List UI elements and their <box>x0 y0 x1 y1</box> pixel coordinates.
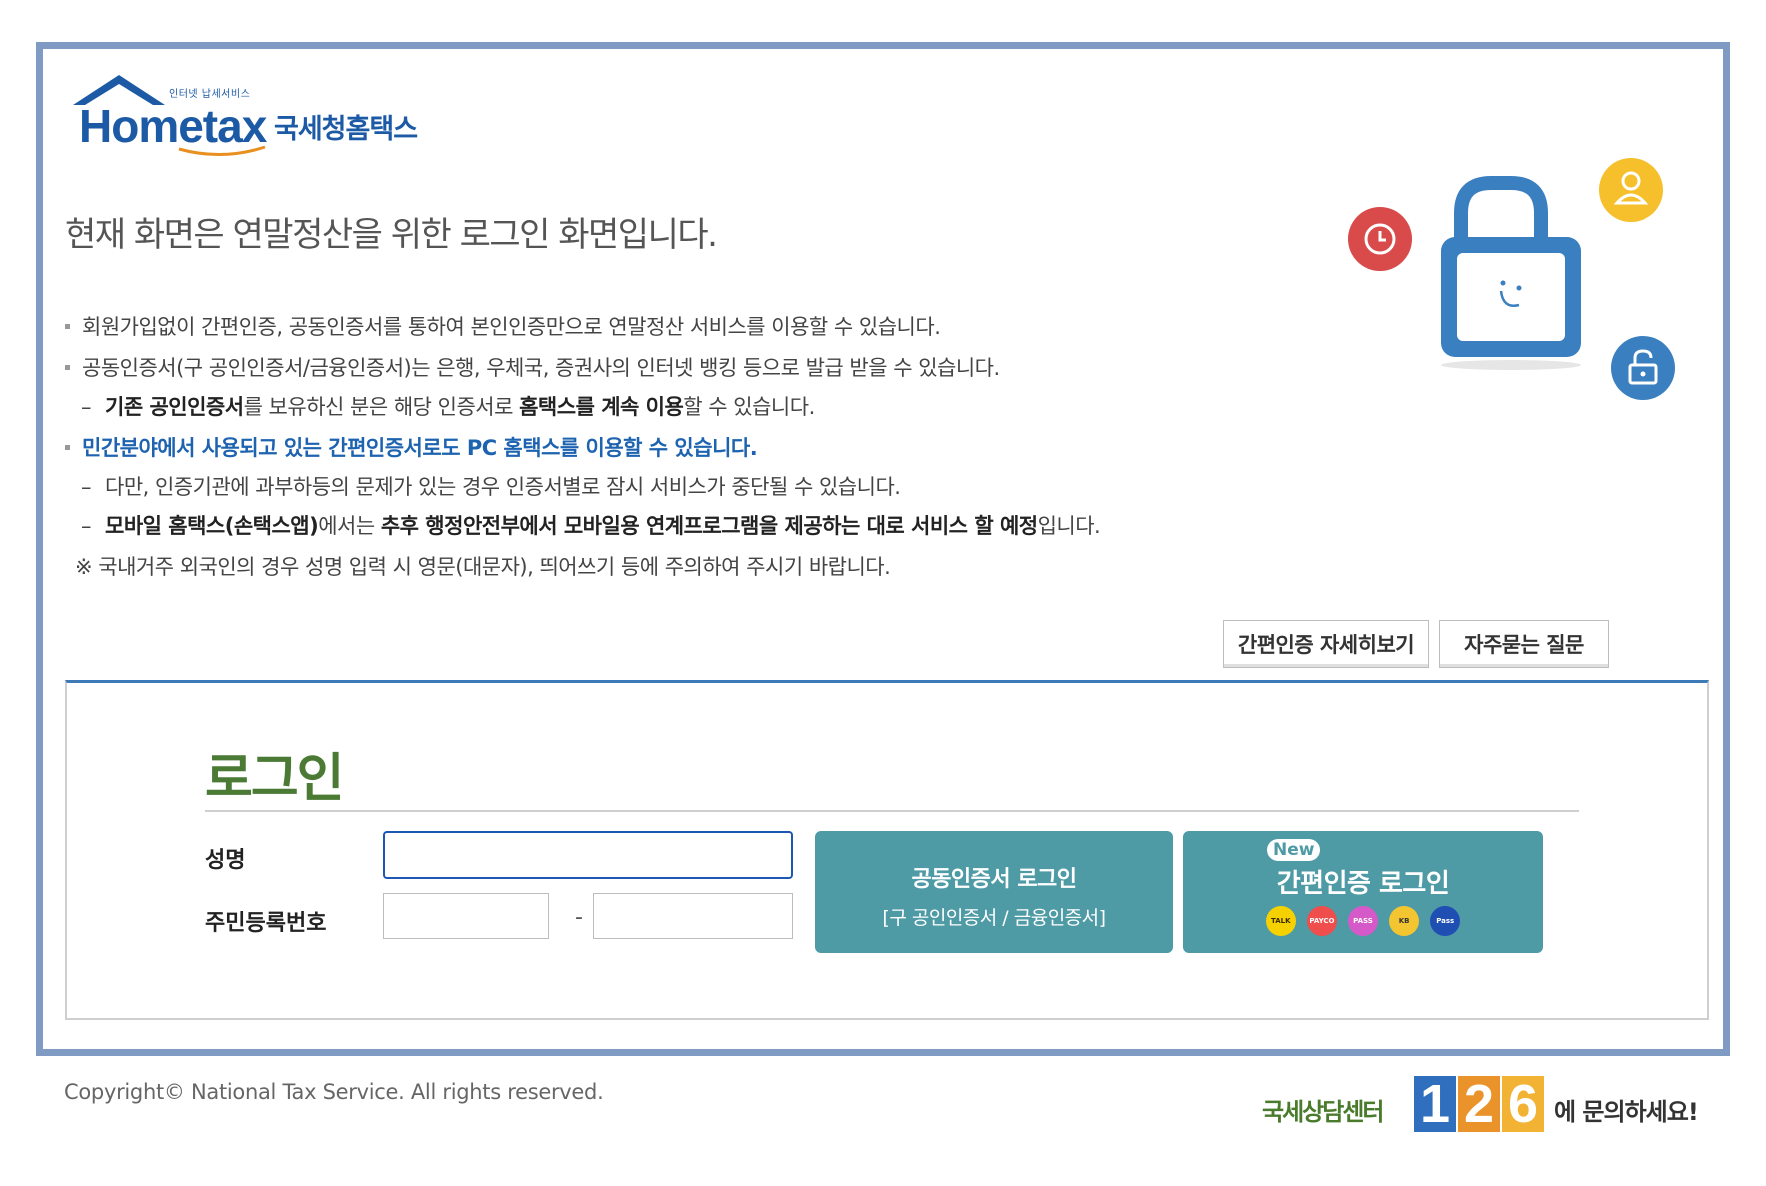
new-badge: New <box>1267 839 1321 861</box>
payco-icon: PAYCO <box>1306 906 1337 936</box>
callcenter-ask-text: 에 문의하세요! <box>1554 1098 1699 1126</box>
callcenter-label: 국세상담센터 <box>1262 1098 1384 1126</box>
callcenter-digit: 1 <box>1414 1076 1456 1132</box>
page-frame: 인터넷 납세서비스 Hometax 국세청홈택스 현재 화면은 연말정산을 위한… <box>36 42 1730 1056</box>
rrn-front-input[interactable] <box>383 893 549 939</box>
logo-subtitle: 인터넷 납세서비스 <box>169 89 251 100</box>
notice-subitem: – 다만, 인증기관에 과부하등의 문제가 있는 경우 인증서별로 잠시 서비스가… <box>81 475 901 499</box>
name-label: 성명 <box>205 848 246 873</box>
simple-auth-login-label: 간편인증 로그인 <box>1276 869 1450 899</box>
user-icon <box>1599 158 1663 222</box>
notice-item-highlight: 민간분야에서 사용되고 있는 간편인증서로도 PC 홈택스를 이용할 수 있습니… <box>65 432 758 462</box>
login-panel: 로그인 성명 주민등록번호 - 공동인증서 로그인 [구 공인인증서 / 금융인… <box>65 680 1709 1020</box>
bullet-icon <box>65 324 70 329</box>
hometax-logo[interactable]: 인터넷 납세서비스 Hometax 국세청홈택스 <box>69 71 449 161</box>
rrn-label: 주민등록번호 <box>205 911 327 936</box>
certificate-login-button[interactable]: 공동인증서 로그인 [구 공인인증서 / 금융인증서] <box>815 831 1173 953</box>
lock-open-icon <box>1611 336 1675 400</box>
simple-auth-login-button[interactable]: New 간편인증 로그인 TALK PAYCO PASS KB Pass <box>1183 831 1543 953</box>
kakao-talk-icon: TALK <box>1265 906 1296 936</box>
certificate-login-label: 공동인증서 로그인 <box>911 867 1077 892</box>
notice-footnote: ※ 국내거주 외국인의 경우 성명 입력 시 영문(대문자), 띄어쓰기 등에 … <box>75 555 891 579</box>
bullet-icon <box>65 445 70 450</box>
notice-subitem: – 모바일 홈택스(손택스앱)에서는 추후 행정안전부에서 모바일용 연계프로그램… <box>81 514 1101 538</box>
faq-button[interactable]: 자주묻는 질문 <box>1439 620 1609 668</box>
callcenter-digit: 2 <box>1458 1076 1500 1132</box>
samsung-pass-icon: Pass <box>1430 906 1461 936</box>
notice-item: 회원가입없이 간편인증, 공동인증서를 통하여 본인인증만으로 연말정산 서비스… <box>65 311 941 341</box>
notice-subitem: – 기존 공인인증서를 보유하신 분은 해당 인증서로 홈택스를 계속 이용할 수… <box>81 395 815 419</box>
logo-korean-name: 국세청홈택스 <box>274 114 418 145</box>
unlock-illustration <box>1348 158 1675 400</box>
callcenter-digit: 6 <box>1502 1076 1544 1132</box>
login-divider <box>205 810 1579 812</box>
pass-icon: PASS <box>1348 906 1378 936</box>
rrn-separator: - <box>575 905 583 930</box>
simple-auth-detail-button[interactable]: 간편인증 자세히보기 <box>1223 620 1429 668</box>
certificate-login-sublabel: [구 공인인증서 / 금융인증서] <box>882 907 1106 929</box>
auth-provider-icons: TALK PAYCO PASS KB Pass <box>1183 906 1543 936</box>
name-input[interactable] <box>383 831 793 879</box>
notice-item: 공동인증서(구 공인인증서/금융인증서)는 은행, 우체국, 증권사의 인터넷 … <box>65 352 1000 382</box>
kb-icon: KB <box>1389 906 1420 936</box>
clock-icon <box>1348 207 1412 271</box>
login-title: 로그인 <box>205 749 345 809</box>
padlock-icon <box>1441 176 1581 370</box>
callcenter-banner: 국세상담센터 1 2 6 에 문의하세요! <box>1262 1070 1714 1136</box>
copyright-text: Copyright© National Tax Service. All rig… <box>64 1080 604 1104</box>
page-headline: 현재 화면은 연말정산을 위한 로그인 화면입니다. <box>65 215 718 255</box>
logo-swoosh-icon <box>178 145 266 156</box>
bullet-icon <box>65 365 70 370</box>
rrn-back-input[interactable] <box>593 893 793 939</box>
